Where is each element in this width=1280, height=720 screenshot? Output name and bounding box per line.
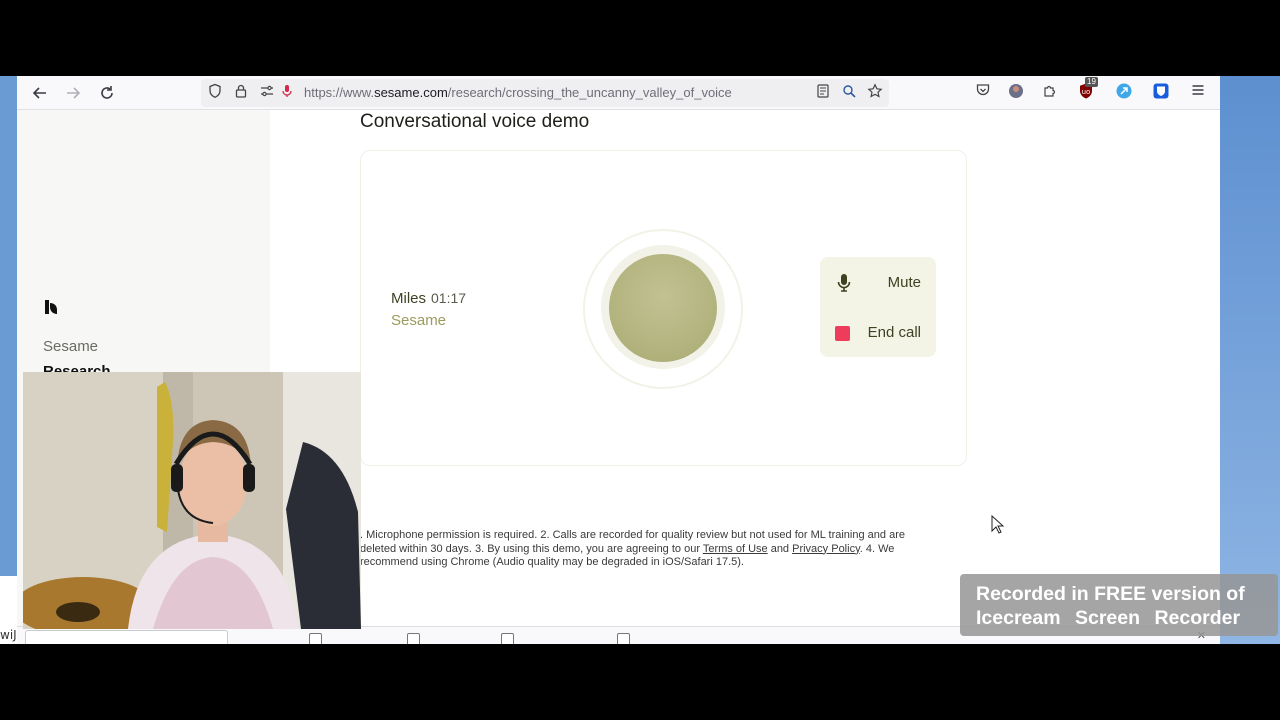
pocket-icon[interactable] <box>972 82 994 104</box>
lock-icon[interactable] <box>231 83 251 103</box>
puzzle-icon[interactable] <box>1039 82 1061 104</box>
mute-label: Mute <box>887 274 921 291</box>
shield-icon[interactable] <box>205 83 225 103</box>
microphone-icon[interactable] <box>277 83 297 103</box>
end-call-icon <box>835 326 850 341</box>
caller-info: Miles 01:17 Sesame <box>391 290 467 329</box>
bitwarden-icon[interactable] <box>1150 82 1172 104</box>
find-checkbox[interactable] <box>407 633 420 644</box>
mouse-cursor-icon <box>991 514 1005 540</box>
svg-text:uo: uo <box>1082 88 1091 96</box>
ublock-icon[interactable]: uo 19 <box>1075 77 1098 104</box>
call-controls: Mute End call <box>820 257 936 357</box>
watermark-line-2: Icecream Screen Recorder <box>976 607 1241 629</box>
reader-view-icon[interactable] <box>813 83 833 103</box>
url-bar[interactable]: https://www.sesame.com/research/crossing… <box>201 79 889 107</box>
find-input[interactable] <box>25 630 228 644</box>
end-call-label: End call <box>867 324 921 341</box>
caller-name: Miles <box>391 290 427 307</box>
watermark-line-1: Recorded in FREE version of <box>976 583 1245 605</box>
webcam-overlay <box>23 372 361 629</box>
recorder-watermark: Recorded in FREE version of Icecream Scr… <box>960 574 1278 636</box>
browser-toolbar: https://www.sesame.com/research/crossing… <box>17 76 1220 110</box>
caller-organization: Sesame <box>391 312 447 329</box>
star-icon[interactable] <box>865 83 885 103</box>
back-arrow-icon[interactable] <box>29 82 51 104</box>
disclaimer: . Microphone permission is required. 2. … <box>360 529 940 570</box>
cyan-extension-icon[interactable] <box>1113 82 1135 104</box>
voice-orb <box>609 254 717 362</box>
mute-button[interactable]: Mute <box>820 263 936 303</box>
find-checkbox[interactable] <box>501 633 514 644</box>
avatar-extension-icon[interactable] <box>1005 82 1027 104</box>
url-path: /research/crossing_the_uncanny_valley_of… <box>447 85 732 100</box>
sidebar-brand[interactable]: Sesame <box>43 338 98 355</box>
sesame-logo-icon[interactable] <box>43 298 61 316</box>
page-title: Conversational voice demo <box>360 111 590 132</box>
menu-icon[interactable] <box>1187 82 1209 104</box>
disclaimer-and: and <box>767 542 793 555</box>
end-call-button[interactable]: End call <box>820 313 936 353</box>
search-page-icon[interactable] <box>839 83 859 103</box>
background-window-text: wiJ <box>0 628 17 642</box>
voice-demo-card: Miles 01:17 Sesame Mute End call <box>360 150 967 466</box>
microphone-icon <box>837 274 851 292</box>
url-text[interactable]: https://www.sesame.com/research/crossing… <box>304 85 732 100</box>
url-prefix: https://www. <box>304 85 375 100</box>
webcam-image <box>23 372 361 629</box>
call-timer: 01:17 <box>431 290 467 306</box>
background-window: wiJ <box>0 576 17 644</box>
extension-badge: 19 <box>1085 77 1098 87</box>
permissions-icon[interactable] <box>257 83 277 103</box>
desktop-background-left <box>0 76 17 644</box>
find-checkbox[interactable] <box>309 633 322 644</box>
forward-arrow-icon[interactable] <box>62 82 84 104</box>
video-frame: wiJ https://www.sesame.com/research/cros… <box>0 0 1280 720</box>
privacy-policy-link[interactable]: Privacy Policy <box>792 543 860 555</box>
find-checkbox[interactable] <box>617 633 630 644</box>
url-domain: sesame.com <box>374 85 448 100</box>
reload-icon[interactable] <box>96 82 118 104</box>
terms-of-use-link[interactable]: Terms of Use <box>703 543 768 555</box>
desktop-background-right <box>1220 76 1280 644</box>
